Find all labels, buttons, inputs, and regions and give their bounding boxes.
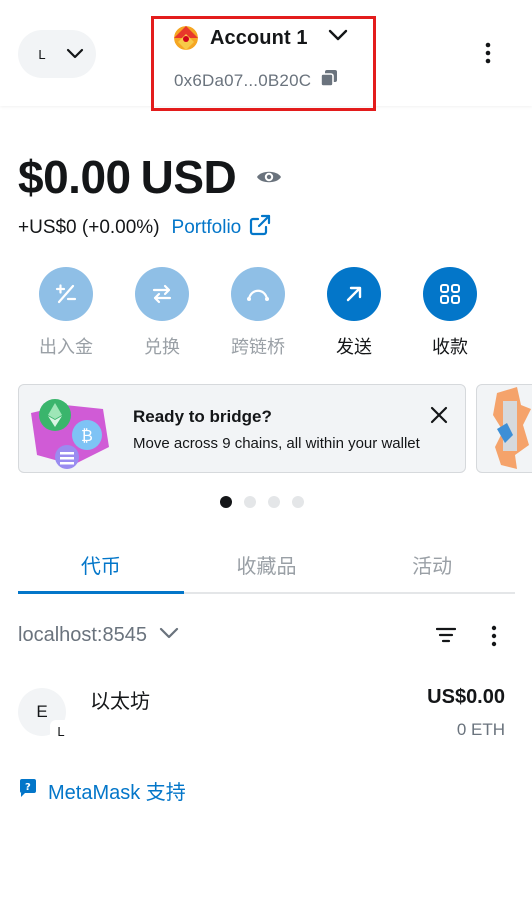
balance-currency: USD [140, 151, 237, 203]
balance-display: $0.00 USD [18, 150, 282, 204]
network-badge: L [50, 720, 72, 742]
token-amount: 0 ETH [456, 720, 505, 739]
svg-text:₿: ₿ [81, 426, 93, 445]
support-chat-icon: ? [18, 778, 38, 803]
bridge-promo-banner[interactable]: ₿ Ready to bridge? Move across 9 chains,… [18, 384, 466, 473]
action-buttons-row: 出入金 兑换 跨链桥 发送 收款 [18, 267, 498, 359]
banner-subtitle: Move across 9 chains, all within your wa… [133, 435, 420, 452]
bridge-label: 跨链桥 [231, 337, 285, 357]
chevron-down-icon [66, 48, 84, 60]
close-icon[interactable] [429, 405, 449, 430]
network-name: localhost:8545 [18, 624, 147, 646]
bridge-illustration: ₿ [25, 389, 125, 471]
buy-sell-circle[interactable] [39, 267, 93, 321]
token-fiat-value: US$0.00 [427, 686, 505, 708]
more-options-icon[interactable] [488, 625, 500, 652]
highlight-annotation-box [151, 16, 376, 111]
tab-tokens[interactable]: 代币 [18, 540, 184, 594]
tab-activity[interactable]: 活动 [349, 540, 515, 592]
banner-title: Ready to bridge? [133, 407, 272, 426]
send-arrow-icon [346, 286, 362, 302]
receive-label: 收款 [432, 337, 468, 357]
network-filter-button[interactable]: localhost:8545 [18, 624, 179, 647]
carousel-dot[interactable] [244, 496, 256, 508]
token-name[interactable]: 以太坊 [90, 685, 150, 714]
swap-label: 兑换 [144, 337, 180, 357]
send-circle[interactable] [327, 267, 381, 321]
promo-illustration [493, 387, 531, 469]
support-label: MetaMask 支持 [48, 782, 186, 804]
next-promo-banner[interactable] [476, 384, 532, 473]
balance-change: +US$0 (+0.00%) [18, 217, 160, 238]
bridge-circle[interactable] [231, 267, 285, 321]
receive-qr-icon [440, 284, 460, 304]
sort-filter-icon[interactable] [435, 626, 457, 649]
swap-icon [152, 284, 172, 304]
buy-sell-label: 出入金 [39, 337, 93, 357]
buy-sell-button[interactable]: 出入金 [18, 267, 114, 359]
tab-collectibles[interactable]: 收藏品 [184, 540, 350, 592]
carousel-indicator [220, 496, 304, 508]
balance-amount: $0.00 [18, 151, 131, 203]
carousel-dot[interactable] [268, 496, 280, 508]
support-link[interactable]: ? MetaMask 支持 [18, 776, 186, 805]
send-button[interactable]: 发送 [306, 267, 402, 359]
bridge-button[interactable]: 跨链桥 [210, 267, 306, 359]
app-header: L Account 1 0x6Da07...0B20C [0, 0, 532, 111]
swap-circle[interactable] [135, 267, 189, 321]
external-link-icon[interactable] [249, 214, 271, 242]
portfolio-link[interactable]: Portfolio [172, 217, 242, 239]
receive-circle[interactable] [423, 267, 477, 321]
chevron-down-icon [159, 627, 179, 645]
network-avatar: L [32, 44, 52, 64]
carousel-dot[interactable] [220, 496, 232, 508]
receive-button[interactable]: 收款 [402, 267, 498, 359]
send-label: 发送 [336, 337, 372, 357]
buy-sell-icon [55, 284, 77, 304]
balance-change-row: +US$0 (+0.00%) Portfolio [18, 214, 271, 242]
network-picker-button[interactable]: L [18, 30, 96, 78]
carousel-dot[interactable] [292, 496, 304, 508]
more-options-icon[interactable] [480, 42, 496, 69]
swap-button[interactable]: 兑换 [114, 267, 210, 359]
asset-tabs: 代币 收藏品 活动 [18, 540, 515, 594]
bridge-icon [247, 289, 269, 301]
svg-text:?: ? [25, 782, 31, 793]
eye-icon[interactable] [256, 168, 282, 191]
